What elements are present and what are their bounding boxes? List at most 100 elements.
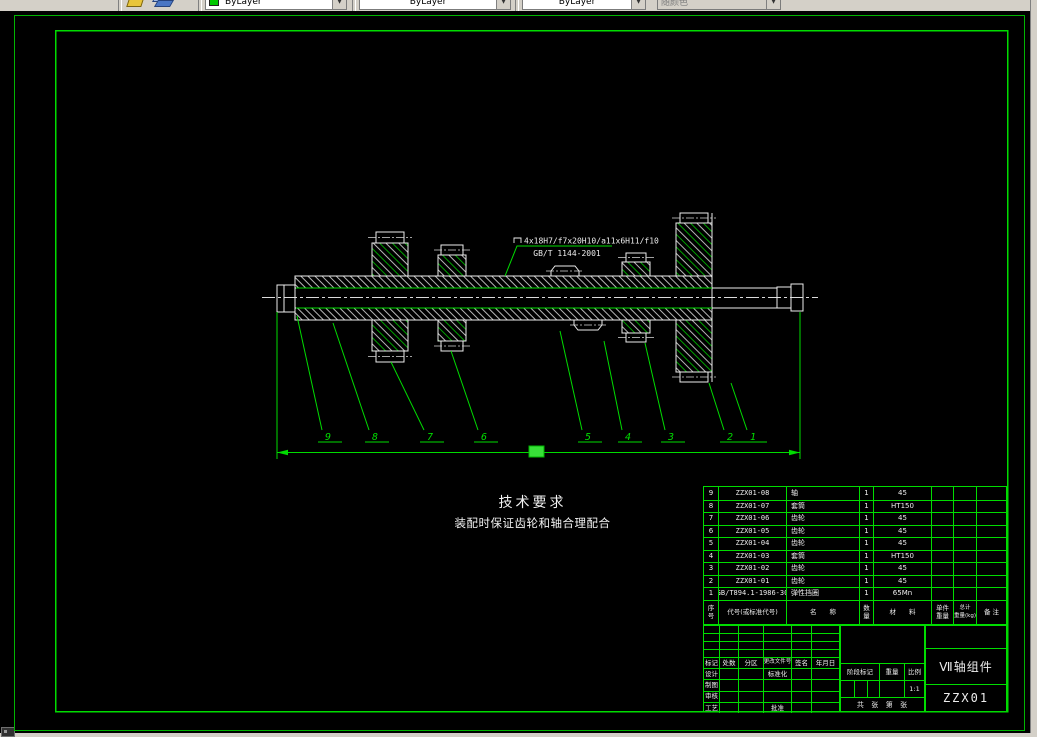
part-qty: 1 [859,588,873,600]
lineweight-control-combo[interactable]: ByLayer ▼ [522,0,646,10]
part-code: ZZX01-07 [718,500,786,512]
part-name: 齿轮 [786,575,859,587]
check-label: 审核 [705,692,718,701]
part-qty: 1 [859,538,873,550]
assembly-title: Ⅶ轴组件 [926,647,1006,684]
part-no: 7 [708,514,714,523]
part-name: 套筒 [786,500,859,512]
parts-row: 1 GB/T894.1-1986-30 弹性挡圈 1 65Mn [704,587,1006,600]
part-material: 45 [873,563,931,575]
title-block-middle: 阶段标记 重量 比例 1:1 共 张 第 张 [840,624,925,712]
title-block-signatures: 标记 处数 分区 更改文件号 签名 年月日 设计 标准化 制图 审核 工艺 批准 [703,624,840,713]
parts-row: 8 ZZX01-07 套筒 1 HT150 [704,499,1006,512]
header-material: 材 料 [873,600,931,625]
part-code: ZZX01-01 [718,575,786,587]
part-material: 45 [873,575,931,587]
lineweight-value: ByLayer [558,0,596,7]
part-name: 齿轮 [786,513,859,525]
part-code: ZZX01-03 [718,550,786,562]
revision-header-row: 标记 处数 分区 更改文件号 签名 年月日 [704,657,839,669]
part-qty: 1 [859,563,873,575]
part-qty: 1 [859,487,873,500]
header-remark: 备 注 [976,600,1006,625]
part-code: GB/T894.1-1986-30 [718,588,786,600]
chevron-down-icon[interactable]: ▼ [332,0,346,9]
part-code: ZZX01-06 [718,513,786,525]
part-material: 45 [873,513,931,525]
part-qty: 1 [859,575,873,587]
part-no: 6 [708,526,714,535]
technical-requirements: 技术要求 装配时保证齿轮和轴合理配合 [425,492,640,531]
weight-label: 重量 [879,664,904,680]
part-material: 45 [873,538,931,550]
part-qty: 1 [859,550,873,562]
part-qty: 1 [859,500,873,512]
linetype-control-combo[interactable]: ByLayer ▼ [359,0,511,10]
parts-table: 9 ZZX01-08 轴 1 45 8 ZZX01-07 套筒 1 HT150 … [703,486,1007,626]
part-code: ZZX01-04 [718,538,786,550]
scale-label: 比例 [904,664,924,680]
parts-row: 4 ZZX01-03 套筒 1 HT150 [704,549,1006,562]
chevron-down-icon[interactable]: ▼ [631,0,645,9]
linetype-value: ByLayer [409,0,447,7]
parts-row: 3 ZZX01-02 齿轮 1 45 [704,562,1006,575]
scale-value: 1:1 [904,681,924,697]
part-qty: 1 [859,513,873,525]
chevron-down-icon: ▼ [766,0,780,9]
part-name: 轴 [786,487,859,500]
parts-row: 6 ZZX01-05 齿轮 1 45 [704,524,1006,537]
part-material: 45 [873,487,931,500]
tech-req-title: 技术要求 [498,495,567,511]
part-no: 4 [708,551,714,560]
stage-mark-label: 阶段标记 [847,667,873,676]
parts-row: 2 ZZX01-01 齿轮 1 45 [704,574,1006,587]
color-control-combo[interactable]: ByLayer ▼ [205,0,347,10]
approve-label: 批准 [763,702,791,713]
plotstyle-value: 随颜色 [661,0,689,8]
part-name: 齿轮 [786,525,859,537]
part-name: 套筒 [786,550,859,562]
part-no: 2 [708,576,714,585]
part-code: ZZX01-05 [718,525,786,537]
part-material: 65Mn [873,588,931,600]
header-name: 名 称 [786,600,859,625]
window-bottom-edge [0,733,1037,737]
title-block-right: Ⅶ轴组件 ZZX01 [925,624,1007,712]
part-material: HT150 [873,500,931,512]
layers-tool-2-button[interactable] [151,0,175,10]
part-no: 1 [708,589,714,598]
layer-tool-1-button[interactable] [125,0,147,10]
window-right-edge [1030,0,1037,737]
part-no: 5 [708,539,714,548]
part-name: 弹性挡圈 [786,588,859,600]
parts-header-row: 序号 代号(或标准代号) 名 称 数量 材 料 单件 重量 总计 重量(kg) 备 … [704,599,1006,625]
layer-tool-1-icon [126,0,145,7]
part-no: 3 [708,564,714,573]
part-material: HT150 [873,550,931,562]
color-swatch [209,0,219,6]
draft-label: 制图 [705,681,718,690]
chevron-down-icon[interactable]: ▼ [496,0,510,9]
part-qty: 1 [859,525,873,537]
design-label: 设计 [705,670,718,679]
part-name: 齿轮 [786,538,859,550]
sheet-info: 共 张 第 张 [841,697,924,711]
part-no: 9 [708,488,714,497]
layers-icon-2 [153,0,175,7]
revision-blank-rows [704,625,839,657]
drawing-number: ZZX01 [926,684,1006,711]
parts-row: 7 ZZX01-06 齿轮 1 45 [704,512,1006,525]
bottom-left-icon [1,727,15,737]
cad-window: ByLayer ▼ ByLayer ▼ ByLayer ▼ 随颜色 ▼ 4x18… [0,0,1037,737]
header-code: 代号(或标准代号) [718,600,786,625]
tech-req-line: 装配时保证齿轮和轴合理配合 [454,516,611,530]
process-label: 工艺 [705,703,718,712]
part-code: ZZX01-02 [718,563,786,575]
color-value: ByLayer [225,0,262,7]
parts-row: 5 ZZX01-04 齿轮 1 45 [704,537,1006,550]
part-material: 45 [873,525,931,537]
part-no: 8 [708,501,714,510]
part-code: ZZX01-08 [718,487,786,500]
plotstyle-control-combo: 随颜色 ▼ [657,0,781,10]
parts-row: 9 ZZX01-08 轴 1 45 [704,487,1006,500]
